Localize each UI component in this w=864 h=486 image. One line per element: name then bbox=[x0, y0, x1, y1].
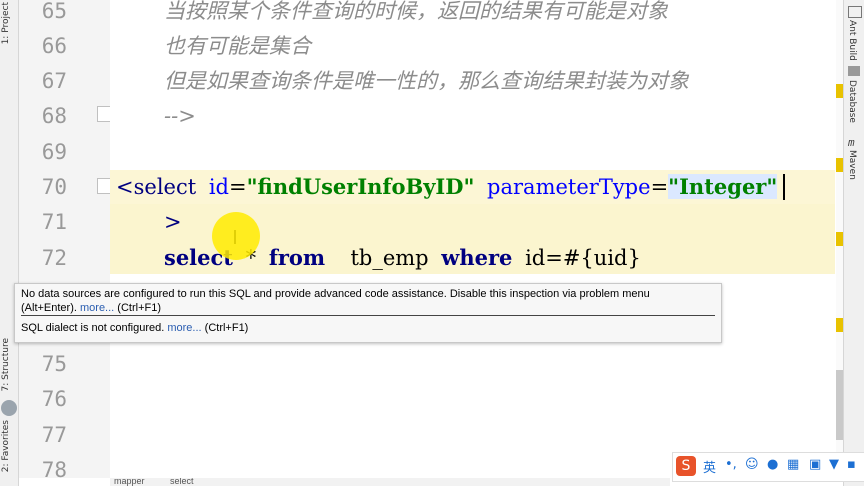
fold-end-marker-icon[interactable] bbox=[97, 106, 111, 122]
breadcrumb-item[interactable]: select bbox=[170, 478, 194, 486]
tooltip-divider bbox=[21, 315, 715, 316]
toolbox-icon[interactable]: ▣ bbox=[809, 457, 821, 472]
line-number: 78 bbox=[41, 458, 67, 482]
tag-close-bracket: > bbox=[164, 210, 182, 234]
tooltip-line-2: (Alt+Enter). more... (Ctrl+F1) bbox=[21, 302, 161, 314]
project-tool-tab[interactable]: 1: Project bbox=[1, 2, 11, 44]
database-tool-tab[interactable]: Database bbox=[847, 80, 857, 123]
text-caret bbox=[783, 174, 785, 200]
menu-grid-icon[interactable]: ▪ bbox=[847, 457, 856, 472]
comment-line: 但是如果查询条件是唯一性的，那么查询结果封装为对象 bbox=[164, 69, 689, 93]
favorites-star-icon[interactable] bbox=[1, 400, 17, 416]
tooltip-message-datasource: No data sources are configured to run th… bbox=[21, 288, 650, 300]
line-number: 67 bbox=[41, 69, 67, 93]
line-number: 66 bbox=[41, 34, 67, 58]
line-number: 71 bbox=[41, 210, 67, 234]
breadcrumb-item[interactable]: mapper bbox=[114, 478, 145, 486]
database-icon bbox=[848, 66, 860, 76]
right-tool-window-bar: Ant Build Database m Maven bbox=[843, 0, 864, 486]
skin-icon[interactable]: ▼ bbox=[829, 457, 839, 472]
keyboard-icon[interactable]: ▦ bbox=[787, 457, 799, 472]
more-link[interactable]: more... bbox=[80, 302, 114, 314]
line-number: 70 bbox=[41, 175, 67, 199]
punctuation-icon[interactable]: •, bbox=[725, 457, 737, 472]
line-number: 69 bbox=[41, 140, 67, 164]
line-number: 77 bbox=[41, 423, 67, 447]
left-tool-window-bar: 1: Project 7: Structure 2: Favorites bbox=[0, 0, 19, 486]
favorites-tool-tab[interactable]: 2: Favorites bbox=[1, 420, 11, 472]
fold-start-marker-icon[interactable] bbox=[97, 178, 111, 194]
line-number-gutter: 65 66 67 68 69 70 71 72 75 76 77 78 bbox=[19, 0, 129, 482]
sogou-logo-icon[interactable]: S bbox=[676, 456, 696, 476]
structure-tool-tab[interactable]: 7: Structure bbox=[1, 338, 11, 392]
breadcrumb: mapper select bbox=[110, 478, 670, 486]
maven-icon: m bbox=[848, 136, 855, 149]
line-number: 76 bbox=[41, 387, 67, 411]
line-number: 65 bbox=[41, 0, 67, 23]
ime-toolbar: S 英 •, ☺ ● ▦ ▣ ▼ ▪ bbox=[672, 452, 864, 482]
emoji-icon[interactable]: ☺ bbox=[745, 457, 759, 472]
more-link[interactable]: more... bbox=[167, 322, 201, 334]
line-number: 72 bbox=[41, 246, 67, 270]
line-number: 68 bbox=[41, 104, 67, 128]
comment-line: 也有可能是集合 bbox=[164, 34, 311, 58]
comment-line: 当按照某个条件查询的时候，返回的结果有可能是对象 bbox=[164, 0, 668, 23]
inspection-tooltip: No data sources are configured to run th… bbox=[14, 283, 722, 343]
select-tag-line: <select id="findUserInfoByID" parameterT… bbox=[116, 174, 778, 199]
cursor-highlight-circle bbox=[212, 212, 260, 260]
microphone-icon[interactable]: ● bbox=[767, 457, 778, 472]
ant-build-tool-tab[interactable]: Ant Build bbox=[847, 20, 857, 61]
ime-language-toggle[interactable]: 英 bbox=[703, 457, 716, 476]
tooltip-line-3: SQL dialect is not configured. more... (… bbox=[21, 322, 249, 334]
line-number: 75 bbox=[41, 352, 67, 376]
maven-tool-tab[interactable]: Maven bbox=[847, 150, 857, 180]
ant-icon bbox=[848, 6, 862, 18]
comment-close: --> bbox=[164, 104, 196, 128]
